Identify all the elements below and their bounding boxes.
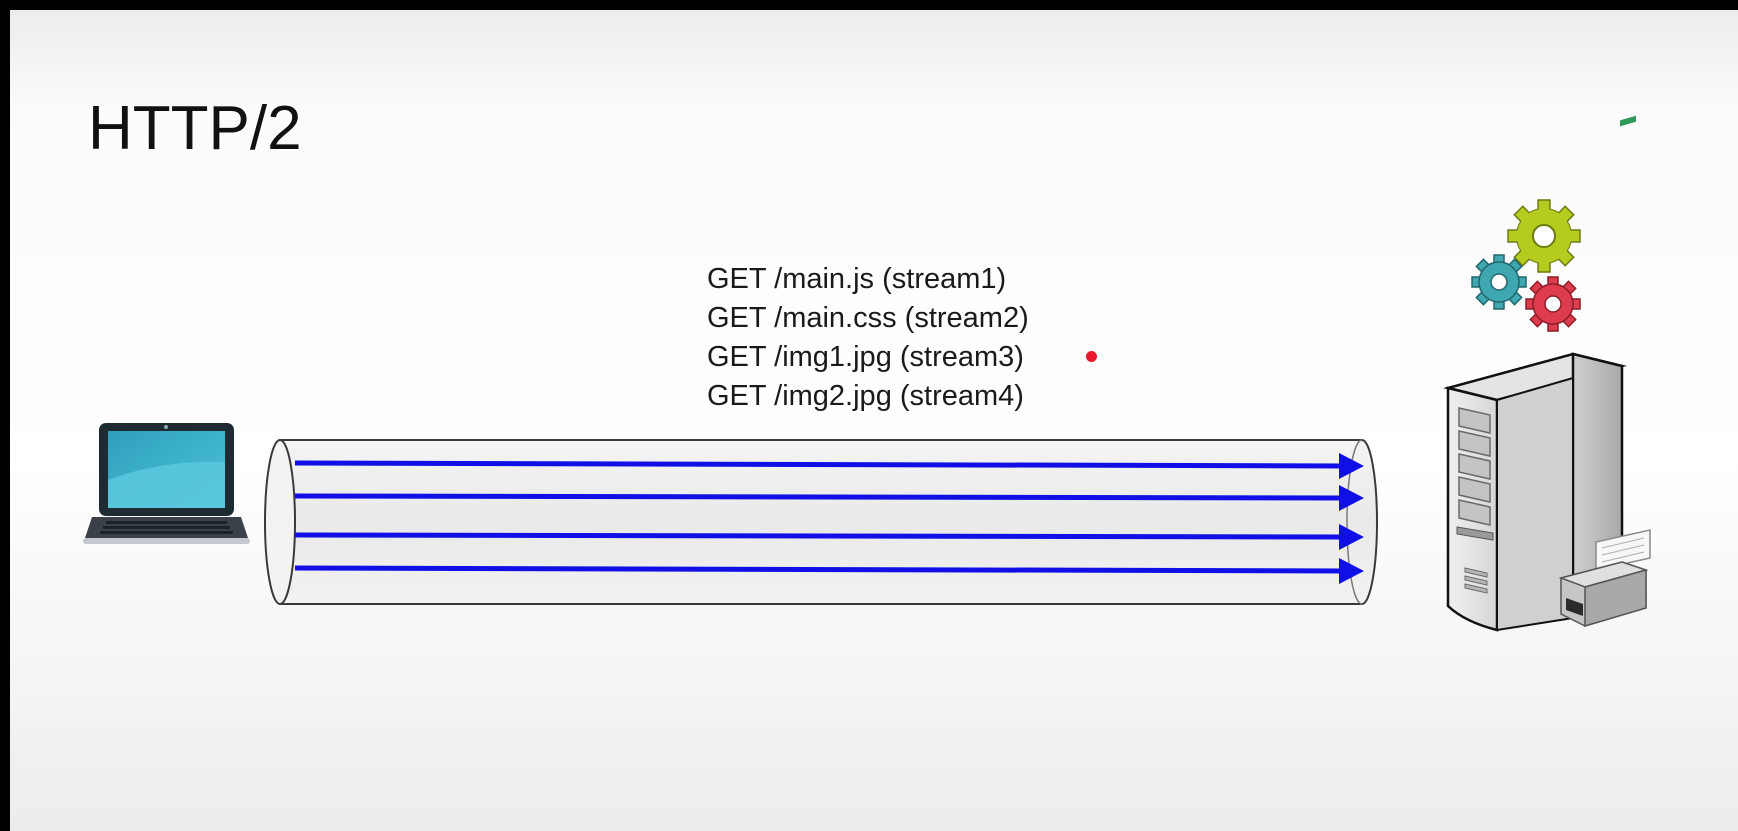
gears-icon (1471, 199, 1581, 332)
laptop-icon (83, 423, 250, 544)
slide: HTTP/2 GET /main.js (stream1) GET /main.… (10, 10, 1738, 831)
connection-diagram (83, 115, 1651, 632)
video-frame: HTTP/2 GET /main.js (stream1) GET /main.… (0, 0, 1738, 831)
